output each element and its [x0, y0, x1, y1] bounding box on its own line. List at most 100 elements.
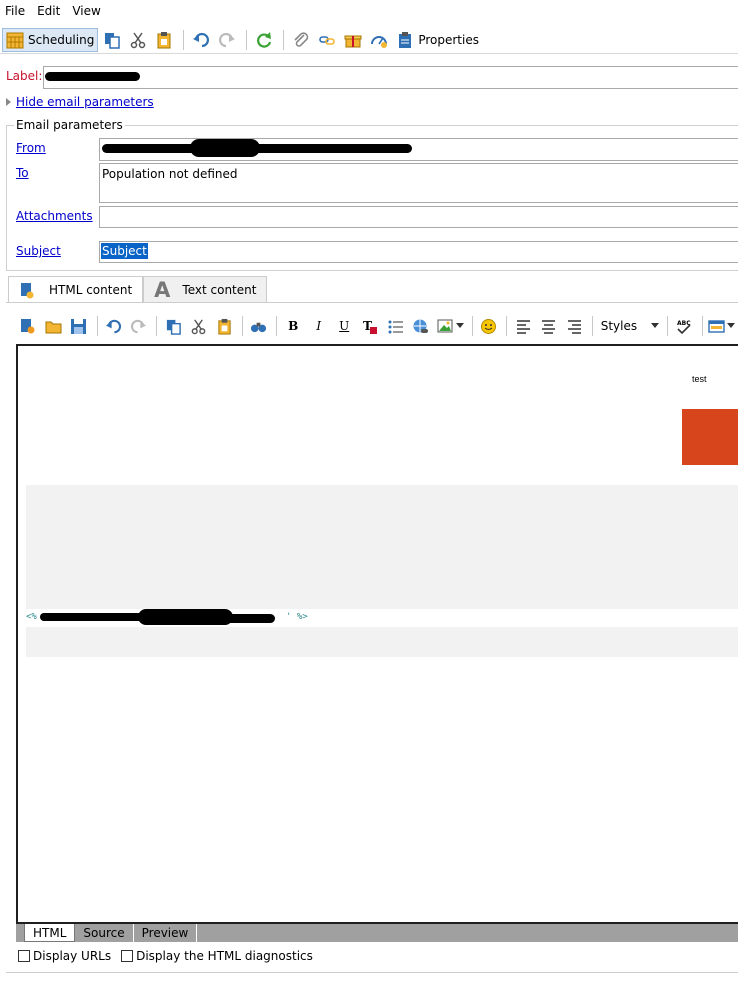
tabs-divider	[6, 302, 738, 303]
chevron-down-icon	[726, 323, 735, 328]
new-doc-button[interactable]	[16, 315, 40, 337]
insert-link-button[interactable]	[409, 315, 433, 337]
insert-image-button[interactable]	[434, 315, 465, 337]
insert-block-button[interactable]	[707, 315, 736, 337]
tracking-button[interactable]	[367, 28, 391, 52]
display-urls-label: Display URLs	[33, 949, 112, 963]
attachments-link[interactable]: Attachments	[16, 209, 93, 223]
to-value: Population not defined	[102, 167, 238, 181]
gauge-icon	[371, 35, 388, 48]
menu-file[interactable]: File	[5, 4, 25, 18]
link-button[interactable]	[315, 28, 339, 52]
redo-icon	[131, 319, 147, 333]
align-right-button[interactable]	[562, 315, 586, 337]
styles-dropdown[interactable]: Styles	[597, 315, 663, 337]
find-button[interactable]	[247, 315, 271, 337]
refresh-button[interactable]	[252, 28, 276, 52]
display-urls-checkbox[interactable]	[18, 950, 30, 962]
spellcheck-button[interactable]: ABC	[672, 315, 696, 337]
content-tabs: HTML content A Text content	[8, 276, 268, 303]
html-editor-canvas[interactable]: test <% ' %>	[16, 344, 738, 924]
hide-params-toggle[interactable]: Hide email parameters	[6, 95, 154, 109]
align-center-button[interactable]	[537, 315, 561, 337]
properties-icon	[399, 31, 412, 48]
gift-icon	[344, 35, 362, 47]
redaction-mark	[213, 614, 275, 623]
display-options: Display URLs Display the HTML diagnostic…	[18, 949, 323, 963]
scheduling-button[interactable]: Scheduling	[2, 27, 99, 52]
new-document-icon	[21, 318, 35, 333]
redo-button[interactable]	[215, 28, 239, 52]
to-input[interactable]: Population not defined	[99, 163, 738, 203]
bottom-divider	[6, 972, 738, 973]
bullet-list-icon	[388, 320, 403, 333]
toolbar-separator	[283, 29, 285, 50]
bold-button[interactable]: B	[281, 315, 305, 337]
code-open: <%	[26, 612, 37, 622]
undo-icon	[105, 319, 121, 333]
editor-copy-button[interactable]	[161, 315, 185, 337]
attachments-input[interactable]	[99, 206, 738, 228]
editor-undo-button[interactable]	[101, 315, 125, 337]
label-caption: Label:	[6, 69, 43, 83]
tab-text-content[interactable]: A Text content	[143, 276, 268, 302]
bullet-list-button[interactable]	[383, 315, 407, 337]
content-panel	[26, 627, 738, 657]
scheduling-label: Scheduling	[28, 32, 95, 47]
tab-text-label: Text content	[182, 282, 257, 297]
paperclip-icon	[294, 31, 309, 47]
toolbar-separator	[156, 316, 158, 336]
align-center-icon	[542, 319, 555, 334]
html-diagnostics-checkbox[interactable]	[121, 950, 134, 962]
gift-button[interactable]	[341, 28, 365, 52]
bold-icon: B	[288, 319, 299, 333]
tab-html-label: HTML content	[49, 283, 133, 297]
label-input[interactable]	[43, 66, 738, 89]
cut-button[interactable]	[126, 28, 150, 52]
attach-button[interactable]	[289, 28, 313, 52]
redo-icon	[219, 32, 236, 47]
content-panel	[26, 485, 738, 609]
toolbar-separator	[701, 316, 703, 336]
redaction-mark	[45, 72, 140, 81]
save-button[interactable]	[67, 315, 91, 337]
tab-source[interactable]: Source	[75, 924, 134, 942]
emoji-button[interactable]	[477, 315, 501, 337]
text-color-button[interactable]: T	[358, 315, 382, 337]
open-button[interactable]	[42, 315, 66, 337]
subject-value-selected: Subject	[101, 243, 148, 259]
paste-button[interactable]	[152, 28, 176, 52]
underline-icon: U	[339, 319, 350, 333]
editor-paste-button[interactable]	[212, 315, 236, 337]
scissors-icon	[131, 32, 146, 48]
subject-input[interactable]: Subject	[99, 241, 738, 263]
scissors-icon	[191, 318, 206, 334]
copy-button[interactable]	[100, 28, 124, 52]
toolbar-separator	[506, 316, 508, 336]
tab-html[interactable]: HTML	[24, 924, 76, 942]
undo-button[interactable]	[189, 28, 213, 52]
clipboard-icon	[218, 318, 231, 335]
align-left-button[interactable]	[511, 315, 535, 337]
menu-view[interactable]: View	[72, 4, 100, 18]
subject-link[interactable]: Subject	[16, 244, 61, 258]
floppy-icon	[71, 318, 87, 334]
email-parameters-title: Email parameters	[14, 118, 125, 132]
menu-edit[interactable]: Edit	[37, 4, 60, 18]
tab-html-content[interactable]: HTML content	[8, 276, 144, 303]
copy-icon	[166, 319, 181, 335]
editor-redo-button[interactable]	[127, 315, 151, 337]
html-diagnostics-option[interactable]: Display the HTML diagnostics	[121, 949, 313, 963]
properties-button[interactable]: Properties	[393, 28, 482, 52]
underline-button[interactable]: U	[332, 315, 356, 337]
hide-params-link[interactable]: Hide email parameters	[16, 95, 154, 109]
tab-preview[interactable]: Preview	[134, 924, 198, 942]
from-link[interactable]: From	[16, 141, 46, 155]
to-link[interactable]: To	[16, 166, 29, 180]
toolbar-separator	[246, 29, 248, 50]
align-right-icon	[567, 319, 581, 334]
italic-button[interactable]: I	[307, 315, 331, 337]
chevron-down-icon	[651, 323, 660, 328]
editor-cut-button[interactable]	[187, 315, 211, 337]
display-urls-option[interactable]: Display URLs	[18, 949, 111, 963]
